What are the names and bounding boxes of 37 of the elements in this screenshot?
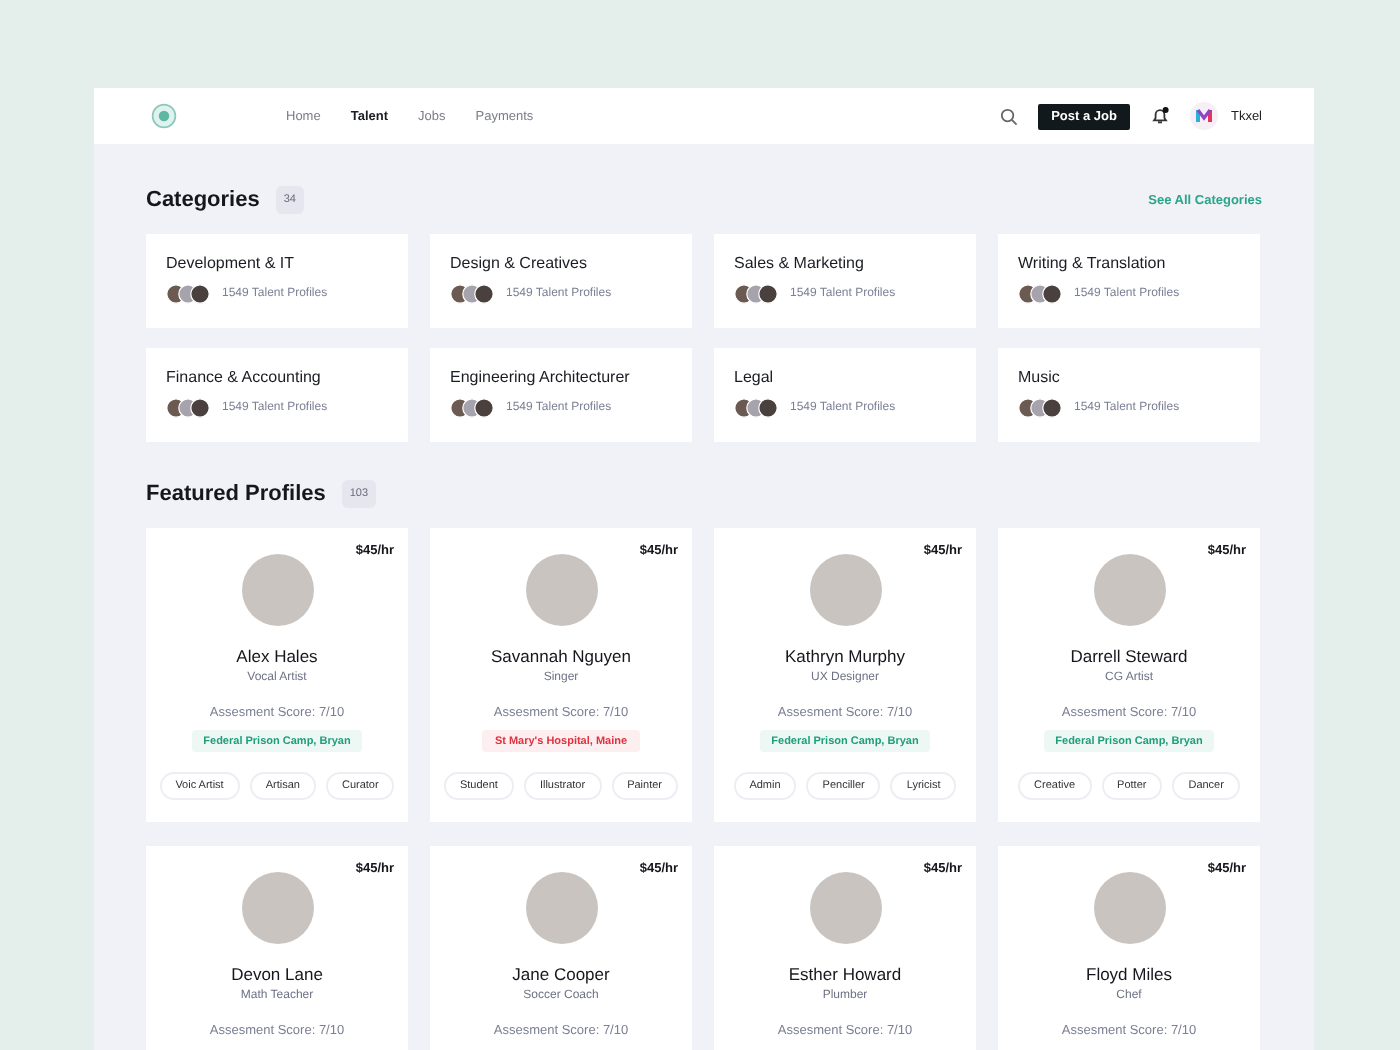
category-name: Finance & Accounting <box>166 368 323 386</box>
avatar-stack-icon <box>734 398 778 418</box>
profile-name: Kathryn Murphy <box>785 646 905 666</box>
profile-name: Esther Howard <box>788 964 902 984</box>
avatar-placeholder <box>241 872 313 944</box>
avatar-placeholder <box>525 872 597 944</box>
category-name: Writing & Translation <box>1018 254 1168 272</box>
bell-icon[interactable] <box>1150 106 1171 126</box>
avatar-placeholder <box>1093 872 1165 944</box>
search-icon[interactable] <box>999 107 1018 125</box>
category-name: Legal <box>734 368 776 386</box>
avatar-placeholder <box>809 554 881 626</box>
profile-name: Alex Hales <box>236 646 318 666</box>
avatar-stack-icon <box>450 284 494 304</box>
workspace-logo-icon[interactable] <box>1190 102 1219 130</box>
profile-name: Floyd Miles <box>1086 964 1172 984</box>
avatar-placeholder <box>1093 554 1165 626</box>
avatar-stack-icon <box>1018 284 1062 304</box>
avatar-placeholder <box>809 872 881 944</box>
avatar-stack-icon <box>1018 398 1062 418</box>
section-title: Categories <box>146 188 260 212</box>
avatar-placeholder <box>525 554 597 626</box>
section-title: Featured Profiles <box>146 482 326 506</box>
avatar-stack-icon <box>166 284 210 304</box>
category-name: Sales & Marketing <box>734 254 866 272</box>
category-name: Music <box>1018 368 1062 386</box>
avatar-placeholder <box>241 554 313 626</box>
category-name: Design & Creatives <box>450 254 589 272</box>
category-name: Development & IT <box>166 254 297 272</box>
avatar-stack-icon <box>166 398 210 418</box>
profile-name: Jane Cooper <box>512 964 610 984</box>
profile-name: Devon Lane <box>231 964 323 984</box>
profile-name: Darrell Steward <box>1070 646 1188 666</box>
avatar-stack-icon <box>450 398 494 418</box>
category-name: Engineering Architecturer <box>450 368 632 386</box>
profile-name: Savannah Nguyen <box>491 646 631 666</box>
avatar-stack-icon <box>734 284 778 304</box>
